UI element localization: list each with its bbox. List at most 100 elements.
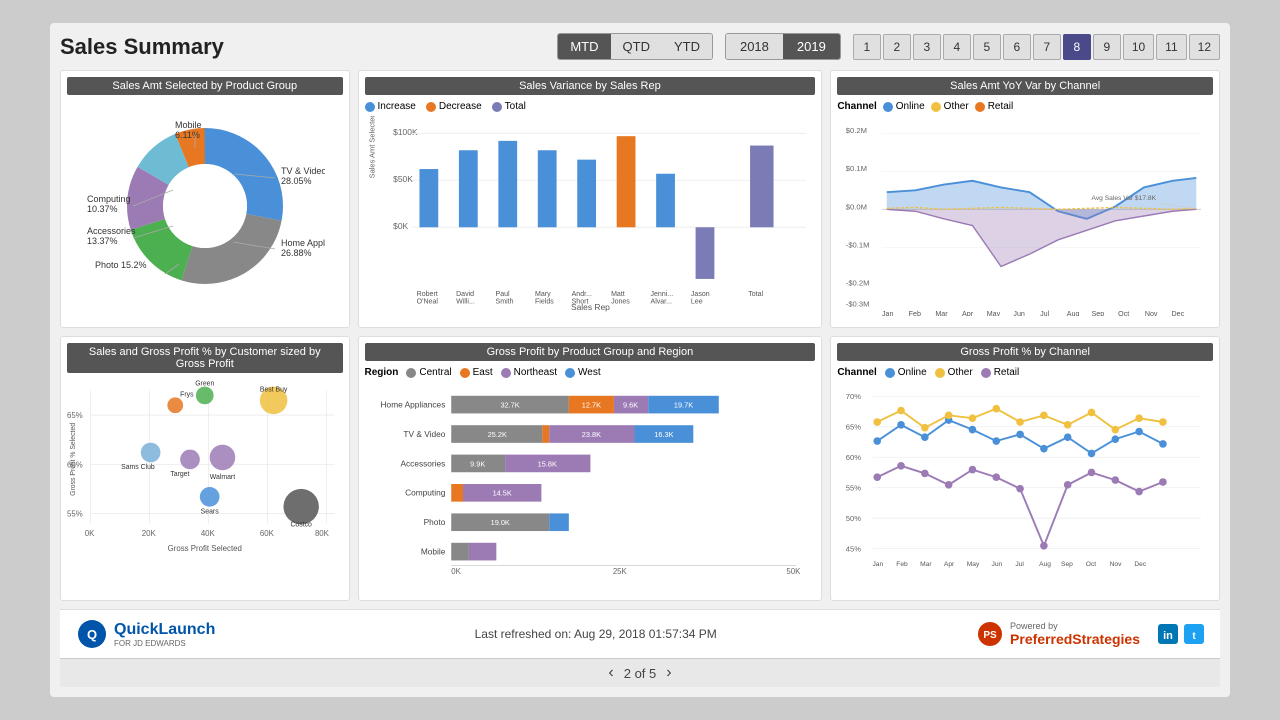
month-3-button[interactable]: 3 [913, 34, 941, 60]
month-9-button[interactable]: 9 [1093, 34, 1121, 60]
svg-text:Matt: Matt [611, 291, 625, 298]
month-12-button[interactable]: 12 [1189, 34, 1220, 60]
svg-text:Jun: Jun [1014, 310, 1026, 316]
twitter-icon[interactable]: t [1184, 624, 1204, 644]
svg-text:Willi...: Willi... [456, 298, 475, 305]
month-6-button[interactable]: 6 [1003, 34, 1031, 60]
next-page-button[interactable]: › [666, 664, 671, 682]
svg-text:Jenni...: Jenni... [650, 291, 673, 298]
svg-text:Accessories: Accessories [87, 226, 136, 236]
svg-text:40K: 40K [201, 529, 216, 538]
period-button-group: MTD QTD YTD [557, 33, 713, 60]
svg-text:in: in [1163, 630, 1173, 642]
charts-row-2: Sales and Gross Profit % by Customer siz… [60, 336, 1220, 601]
month-4-button[interactable]: 4 [943, 34, 971, 60]
ytd-button[interactable]: YTD [662, 34, 712, 59]
svg-text:Feb: Feb [909, 310, 921, 316]
svg-text:Dec: Dec [1172, 310, 1185, 316]
svg-text:Mar: Mar [920, 561, 932, 568]
svg-text:0K: 0K [85, 529, 95, 538]
svg-text:Nov: Nov [1110, 561, 1123, 568]
svg-text:Frys: Frys [180, 391, 194, 398]
svg-text:-$0.3M: -$0.3M [846, 299, 870, 308]
footer: Q QuickLaunch FOR JD EDWARDS Last refres… [60, 609, 1220, 658]
svg-text:Computing: Computing [87, 194, 131, 204]
chart-yoy-channel: Sales Amt YoY Var by Channel Channel Onl… [830, 70, 1220, 328]
year-2019-button[interactable]: 2019 [783, 34, 840, 59]
month-5-button[interactable]: 5 [973, 34, 1001, 60]
svg-text:Costco: Costco [290, 521, 312, 528]
qtd-button[interactable]: QTD [611, 34, 662, 59]
svg-text:Dec: Dec [1135, 561, 1148, 568]
ql-logo-text: QuickLaunch [114, 621, 215, 639]
svg-text:-$0.1M: -$0.1M [846, 240, 870, 249]
svg-text:Paul: Paul [495, 291, 510, 298]
chart5-svg: Home Appliances TV & Video Accessories C… [365, 384, 816, 584]
svg-text:Jun: Jun [992, 561, 1003, 568]
svg-text:PS: PS [983, 630, 997, 641]
preferred-strategies-logo: PS Powered by PreferredStrategies in t [976, 620, 1204, 648]
svg-text:Mobile: Mobile [175, 120, 202, 130]
svg-text:$0.0M: $0.0M [846, 202, 867, 211]
svg-text:15.8K: 15.8K [537, 459, 556, 468]
year-2018-button[interactable]: 2018 [726, 34, 783, 59]
month-7-button[interactable]: 7 [1033, 34, 1061, 60]
dashboard: Sales Summary MTD QTD YTD 2018 2019 1 2 … [50, 23, 1230, 697]
svg-text:Sears: Sears [201, 509, 220, 516]
svg-text:6.11%: 6.11% [175, 130, 200, 140]
svg-text:David: David [456, 291, 474, 298]
month-11-button[interactable]: 11 [1156, 34, 1186, 60]
month-8-button[interactable]: 8 [1063, 34, 1091, 60]
charts-row-1: Sales Amt Selected by Product Group [60, 70, 1220, 328]
chart6-title: Gross Profit % by Channel [837, 343, 1213, 361]
prev-page-button[interactable]: ‹ [608, 664, 613, 682]
svg-text:$100K: $100K [393, 127, 418, 137]
ql-sub-text: FOR JD EDWARDS [114, 639, 215, 648]
svg-text:Walmart: Walmart [210, 474, 235, 481]
svg-text:Home Appliances: Home Appliances [281, 238, 325, 248]
svg-text:Best Buy: Best Buy [260, 387, 288, 394]
powered-by-text: Powered by [1010, 621, 1140, 631]
month-1-button[interactable]: 1 [853, 34, 881, 60]
svg-text:Jan: Jan [873, 561, 884, 568]
mtd-button[interactable]: MTD [558, 34, 610, 59]
svg-text:Aug: Aug [1039, 561, 1051, 568]
svg-text:Jul: Jul [1016, 561, 1025, 568]
svg-text:28.05%: 28.05% [281, 176, 312, 186]
svg-text:65%: 65% [846, 423, 861, 432]
svg-text:23.8K: 23.8K [581, 430, 600, 439]
chart2-svg: $100K $50K $0K [365, 116, 816, 316]
svg-text:55%: 55% [67, 509, 83, 518]
page-indicator: 2 of 5 [624, 666, 657, 681]
svg-text:Total: Total [748, 291, 763, 298]
svg-text:Target: Target [170, 471, 189, 478]
page-title: Sales Summary [60, 34, 545, 60]
svg-text:Computing: Computing [405, 488, 446, 498]
svg-text:$0K: $0K [393, 221, 408, 231]
svg-text:$0.2M: $0.2M [846, 126, 867, 135]
svg-text:$50K: $50K [393, 174, 413, 184]
svg-text:Q: Q [87, 627, 97, 642]
month-10-button[interactable]: 10 [1123, 34, 1154, 60]
svg-text:Mobile: Mobile [420, 547, 445, 557]
svg-text:14.5K: 14.5K [492, 489, 511, 498]
svg-text:Jones: Jones [611, 298, 630, 305]
svg-text:Accessories: Accessories [400, 458, 445, 468]
chart6-legend: Channel Online Other Retail [837, 367, 1213, 378]
month-2-button[interactable]: 2 [883, 34, 911, 60]
chart-sales-variance: Sales Variance by Sales Rep Increase Dec… [358, 70, 823, 328]
chart-gross-profit-channel: Gross Profit % by Channel Channel Online… [830, 336, 1220, 601]
quicklaunch-icon: Q [76, 618, 108, 650]
svg-text:Sep: Sep [1061, 561, 1073, 568]
svg-text:45%: 45% [846, 545, 861, 554]
donut-svg: TV & Video 28.05% Home Appliances 26.88%… [85, 106, 325, 296]
svg-text:O'Neal: O'Neal [416, 298, 438, 305]
svg-text:Oct: Oct [1086, 561, 1097, 568]
svg-text:Photo 15.2%: Photo 15.2% [95, 260, 147, 270]
svg-text:-$0.2M: -$0.2M [846, 279, 870, 288]
linkedin-icon[interactable]: in [1158, 624, 1178, 644]
svg-text:Gross Profit % Selected: Gross Profit % Selected [70, 423, 77, 496]
svg-text:0K: 0K [451, 567, 461, 576]
svg-text:Mar: Mar [936, 310, 949, 316]
svg-text:55%: 55% [846, 484, 861, 493]
